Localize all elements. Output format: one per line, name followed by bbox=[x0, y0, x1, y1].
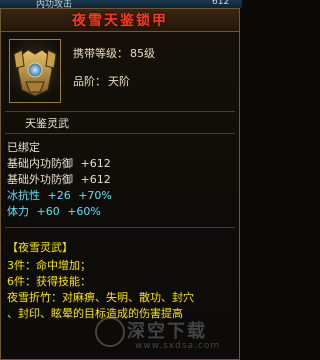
watermark-site: www.sxdsa.com bbox=[135, 341, 221, 351]
set-bonus-3: 3件：命中增加； bbox=[7, 259, 91, 272]
set-bonus-6: 6件：获得技能： bbox=[7, 275, 91, 288]
level-label: 携带等级： bbox=[73, 47, 128, 60]
stat-extra: +70% bbox=[78, 189, 112, 202]
watermark-logo-icon bbox=[95, 317, 125, 347]
divider bbox=[5, 111, 235, 112]
stat-value: +26 bbox=[47, 189, 71, 202]
background-strip: 内功攻击 612 bbox=[0, 0, 242, 10]
stat-label: 体力 bbox=[7, 205, 29, 218]
level-value: 85级 bbox=[130, 47, 155, 60]
stat-row: 体力 +60 +60% bbox=[7, 203, 101, 219]
stat-row: 基础外功防御 +612 bbox=[7, 171, 111, 187]
stat-row: 冰抗性 +26 +70% bbox=[7, 187, 112, 203]
grade-value: 天阶 bbox=[108, 75, 130, 88]
divider bbox=[5, 227, 235, 228]
set-skill-line: 、封印、眩晕的目标造成的伤害提高 bbox=[7, 307, 183, 320]
stat-label: 基础外功防御 bbox=[7, 173, 73, 186]
title-bar: 夜雪天鉴锁甲 bbox=[1, 9, 239, 32]
grade-label: 品阶： bbox=[73, 75, 106, 88]
stat-row: 基础内功防御 +612 bbox=[7, 155, 111, 171]
stat-extra: +60% bbox=[67, 205, 101, 218]
grade-line: 品阶： 天阶 bbox=[73, 73, 130, 89]
stat-label: 基础内功防御 bbox=[7, 157, 73, 170]
item-category: 天鉴灵武 bbox=[25, 117, 69, 130]
stat-value: +612 bbox=[80, 157, 111, 170]
level-line: 携带等级： 85级 bbox=[73, 45, 155, 61]
item-tooltip: 夜雪天鉴锁甲 携带等级： 85级 品阶： 天阶 天鉴灵武 已绑定 基础内功防御 … bbox=[0, 8, 240, 360]
stat-label: 冰抗性 bbox=[7, 189, 40, 202]
set-skill-line: 夜雪折竹：对麻痹、失明、散功、封穴 bbox=[7, 291, 194, 304]
divider bbox=[5, 133, 235, 134]
stat-value: +612 bbox=[80, 173, 111, 186]
background-number: 612 bbox=[212, 0, 230, 7]
set-title: 【夜雪灵武】 bbox=[7, 241, 73, 254]
site-watermark: 深空下载 www.sxdsa.com bbox=[95, 317, 235, 355]
item-name: 夜雪天鉴锁甲 bbox=[72, 13, 168, 29]
armor-icon bbox=[13, 49, 57, 97]
bound-status: 已绑定 bbox=[7, 141, 40, 154]
stat-value: +60 bbox=[36, 205, 60, 218]
item-icon-frame[interactable] bbox=[9, 39, 61, 103]
